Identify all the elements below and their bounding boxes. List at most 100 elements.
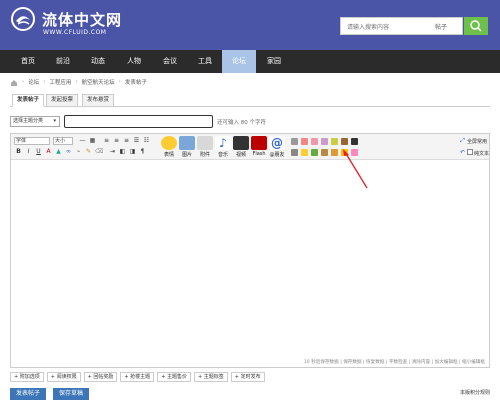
attach-option-label: 附加选项 [19, 374, 40, 380]
attach-option-label: 回帖奖励 [93, 374, 114, 380]
smiley-label: 表情 [163, 152, 174, 158]
bulb-icon[interactable] [301, 149, 308, 156]
attach-option-price[interactable]: + 主题售价 [157, 372, 191, 382]
page-break-icon[interactable] [341, 138, 348, 145]
image-icon[interactable] [179, 136, 195, 150]
link-icon[interactable]: ∞ [65, 148, 72, 155]
attach-option-label: 主题标签 [203, 374, 224, 380]
flash-label: Flash [252, 151, 266, 157]
title-char-hint: 还可输入 80 个字符 [217, 120, 266, 126]
text-color-icon[interactable]: A [45, 148, 52, 155]
mention-label: @朋友 [269, 152, 285, 158]
attach-option-extra[interactable]: + 附加选项 [10, 372, 44, 382]
undo-icon[interactable]: ↶ [459, 149, 466, 156]
nav-item-people[interactable]: 人物 [116, 50, 152, 73]
home-icon[interactable] [10, 79, 18, 86]
attachment-icon[interactable] [197, 136, 213, 150]
breadcrumb-forum[interactable]: 论坛 [28, 78, 39, 86]
attach-option-tags[interactable]: + 主题标签 [193, 372, 228, 382]
nav-item-meetings[interactable]: 会议 [152, 50, 188, 73]
background-color-icon[interactable]: ▲ [55, 148, 62, 155]
horizontal-rule-icon[interactable]: — [79, 137, 86, 144]
title-input[interactable] [64, 115, 213, 128]
hide-icon[interactable] [311, 138, 318, 145]
table-icon[interactable]: ▦ [89, 137, 96, 144]
unordered-list-icon[interactable]: ☷ [143, 137, 150, 144]
plaintext-label: 纯文本 [474, 151, 490, 157]
image-label: 图片 [181, 152, 192, 158]
attach-option-schedule[interactable]: + 定时发布 [230, 372, 265, 382]
attach-option-label: 阅读权限 [56, 374, 77, 380]
nav-item-forum[interactable]: 论坛 [222, 50, 256, 73]
attach-option-read-permission[interactable]: + 阅读权限 [46, 372, 81, 382]
tab-new-poll[interactable]: 发起投票 [46, 94, 79, 107]
breadcrumb-current: 发表帖子 [124, 80, 147, 86]
search-input[interactable] [347, 22, 427, 32]
category-select[interactable]: 选择主题分类 ▾ [10, 116, 60, 127]
common-label[interactable]: 常用 [477, 138, 487, 145]
music-label: 音乐 [217, 152, 228, 158]
nav-item-home-space[interactable]: 家园 [256, 50, 292, 73]
unlink-icon[interactable]: ⌁ [75, 148, 82, 155]
italic-icon[interactable]: I [25, 148, 32, 155]
indent-icon[interactable]: ⇥ [109, 148, 116, 155]
breadcrumb: › 论坛 › 工程应用 › 航空航天论坛 › 发表帖子 [10, 77, 147, 87]
qq-icon[interactable] [351, 138, 358, 145]
plaintext-checkbox[interactable] [467, 149, 473, 155]
ordered-list-icon[interactable]: ☰ [133, 137, 140, 144]
source-code-icon[interactable] [291, 149, 298, 156]
quote-icon[interactable] [291, 138, 298, 145]
video-label: 视频 [235, 152, 246, 158]
album-icon[interactable] [331, 149, 338, 156]
breadcrumb-engineering[interactable]: 工程应用 [49, 78, 71, 86]
site-header: 流体中文网 WWW.CFLUID.COM 帖子 [0, 0, 500, 50]
nav-item-tools[interactable]: 工具 [188, 50, 222, 73]
forum-rules-link[interactable]: 本版积分规则 [460, 389, 490, 396]
float-left-icon[interactable]: ◧ [119, 148, 126, 155]
code-icon[interactable] [301, 138, 308, 145]
video-icon[interactable] [233, 136, 249, 150]
music-icon[interactable]: ♪ [215, 136, 231, 150]
attach-option-reply-reward[interactable]: + 回帖奖励 [83, 372, 118, 382]
align-right-icon[interactable]: ≡ [123, 137, 130, 144]
submit-post-button[interactable]: 发表帖子 [10, 388, 46, 400]
search-scope-select[interactable]: 帖子 [435, 22, 447, 31]
search-box: 帖子 [340, 17, 463, 35]
search-button[interactable] [464, 17, 488, 35]
align-center-icon[interactable]: ≡ [113, 137, 120, 144]
font-size-label: 大小 [55, 138, 66, 144]
font-family-label: 字体 [16, 138, 27, 144]
attach-option-label: 抢楼主题 [130, 374, 151, 380]
attachment-label: 附件 [199, 152, 210, 158]
chevron-down-icon: ▾ [53, 118, 56, 124]
page-icon[interactable] [321, 149, 328, 156]
tab-new-post[interactable]: 发表帖子 [12, 94, 45, 107]
font-size-select[interactable]: 大小 [53, 137, 73, 145]
post-editor: 字体 大小 — ▦ ≡ ≡ ≡ ☰ ☷ B I U A ▲ ∞ ⌁ ✎ ⌫ ⇥ … [10, 133, 490, 368]
flash-icon[interactable] [251, 136, 267, 150]
align-left-icon[interactable]: ≡ [103, 137, 110, 144]
format-painter-icon[interactable]: ✎ [85, 148, 92, 155]
password-icon[interactable] [331, 138, 338, 145]
remove-format-icon[interactable]: ⌫ [95, 148, 103, 155]
save-draft-button[interactable]: 保存草稿 [53, 388, 89, 400]
underline-icon[interactable]: U [35, 148, 42, 155]
nav-item-home[interactable]: 首页 [10, 50, 46, 73]
font-family-select[interactable]: 字体 [14, 137, 50, 145]
breadcrumb-aerospace[interactable]: 航空航天论坛 [82, 78, 115, 86]
nav-item-news[interactable]: 动态 [80, 50, 116, 73]
smiley-icon[interactable] [161, 136, 177, 150]
fullscreen-label[interactable]: 全屏 [467, 138, 477, 145]
editor-status-bar: 10 秒后保存数据 | 保存数据 | 恢复数据 | 字数检查 | 清除内容 | … [303, 360, 485, 365]
tab-new-reward[interactable]: 发布悬赏 [82, 94, 115, 107]
nav-item-frontier[interactable]: 前沿 [46, 50, 80, 73]
paragraph-icon[interactable]: ¶ [139, 148, 146, 155]
fullscreen-icon[interactable]: ⤢ [459, 137, 466, 144]
index-icon[interactable] [311, 149, 318, 156]
attach-option-floor-grab[interactable]: + 抢楼主题 [120, 372, 155, 382]
free-icon[interactable] [321, 138, 328, 145]
mention-icon[interactable]: @ [269, 136, 285, 150]
bold-icon[interactable]: B [15, 148, 22, 155]
site-title: 流体中文网 [42, 11, 123, 29]
float-right-icon[interactable]: ◨ [129, 148, 136, 155]
